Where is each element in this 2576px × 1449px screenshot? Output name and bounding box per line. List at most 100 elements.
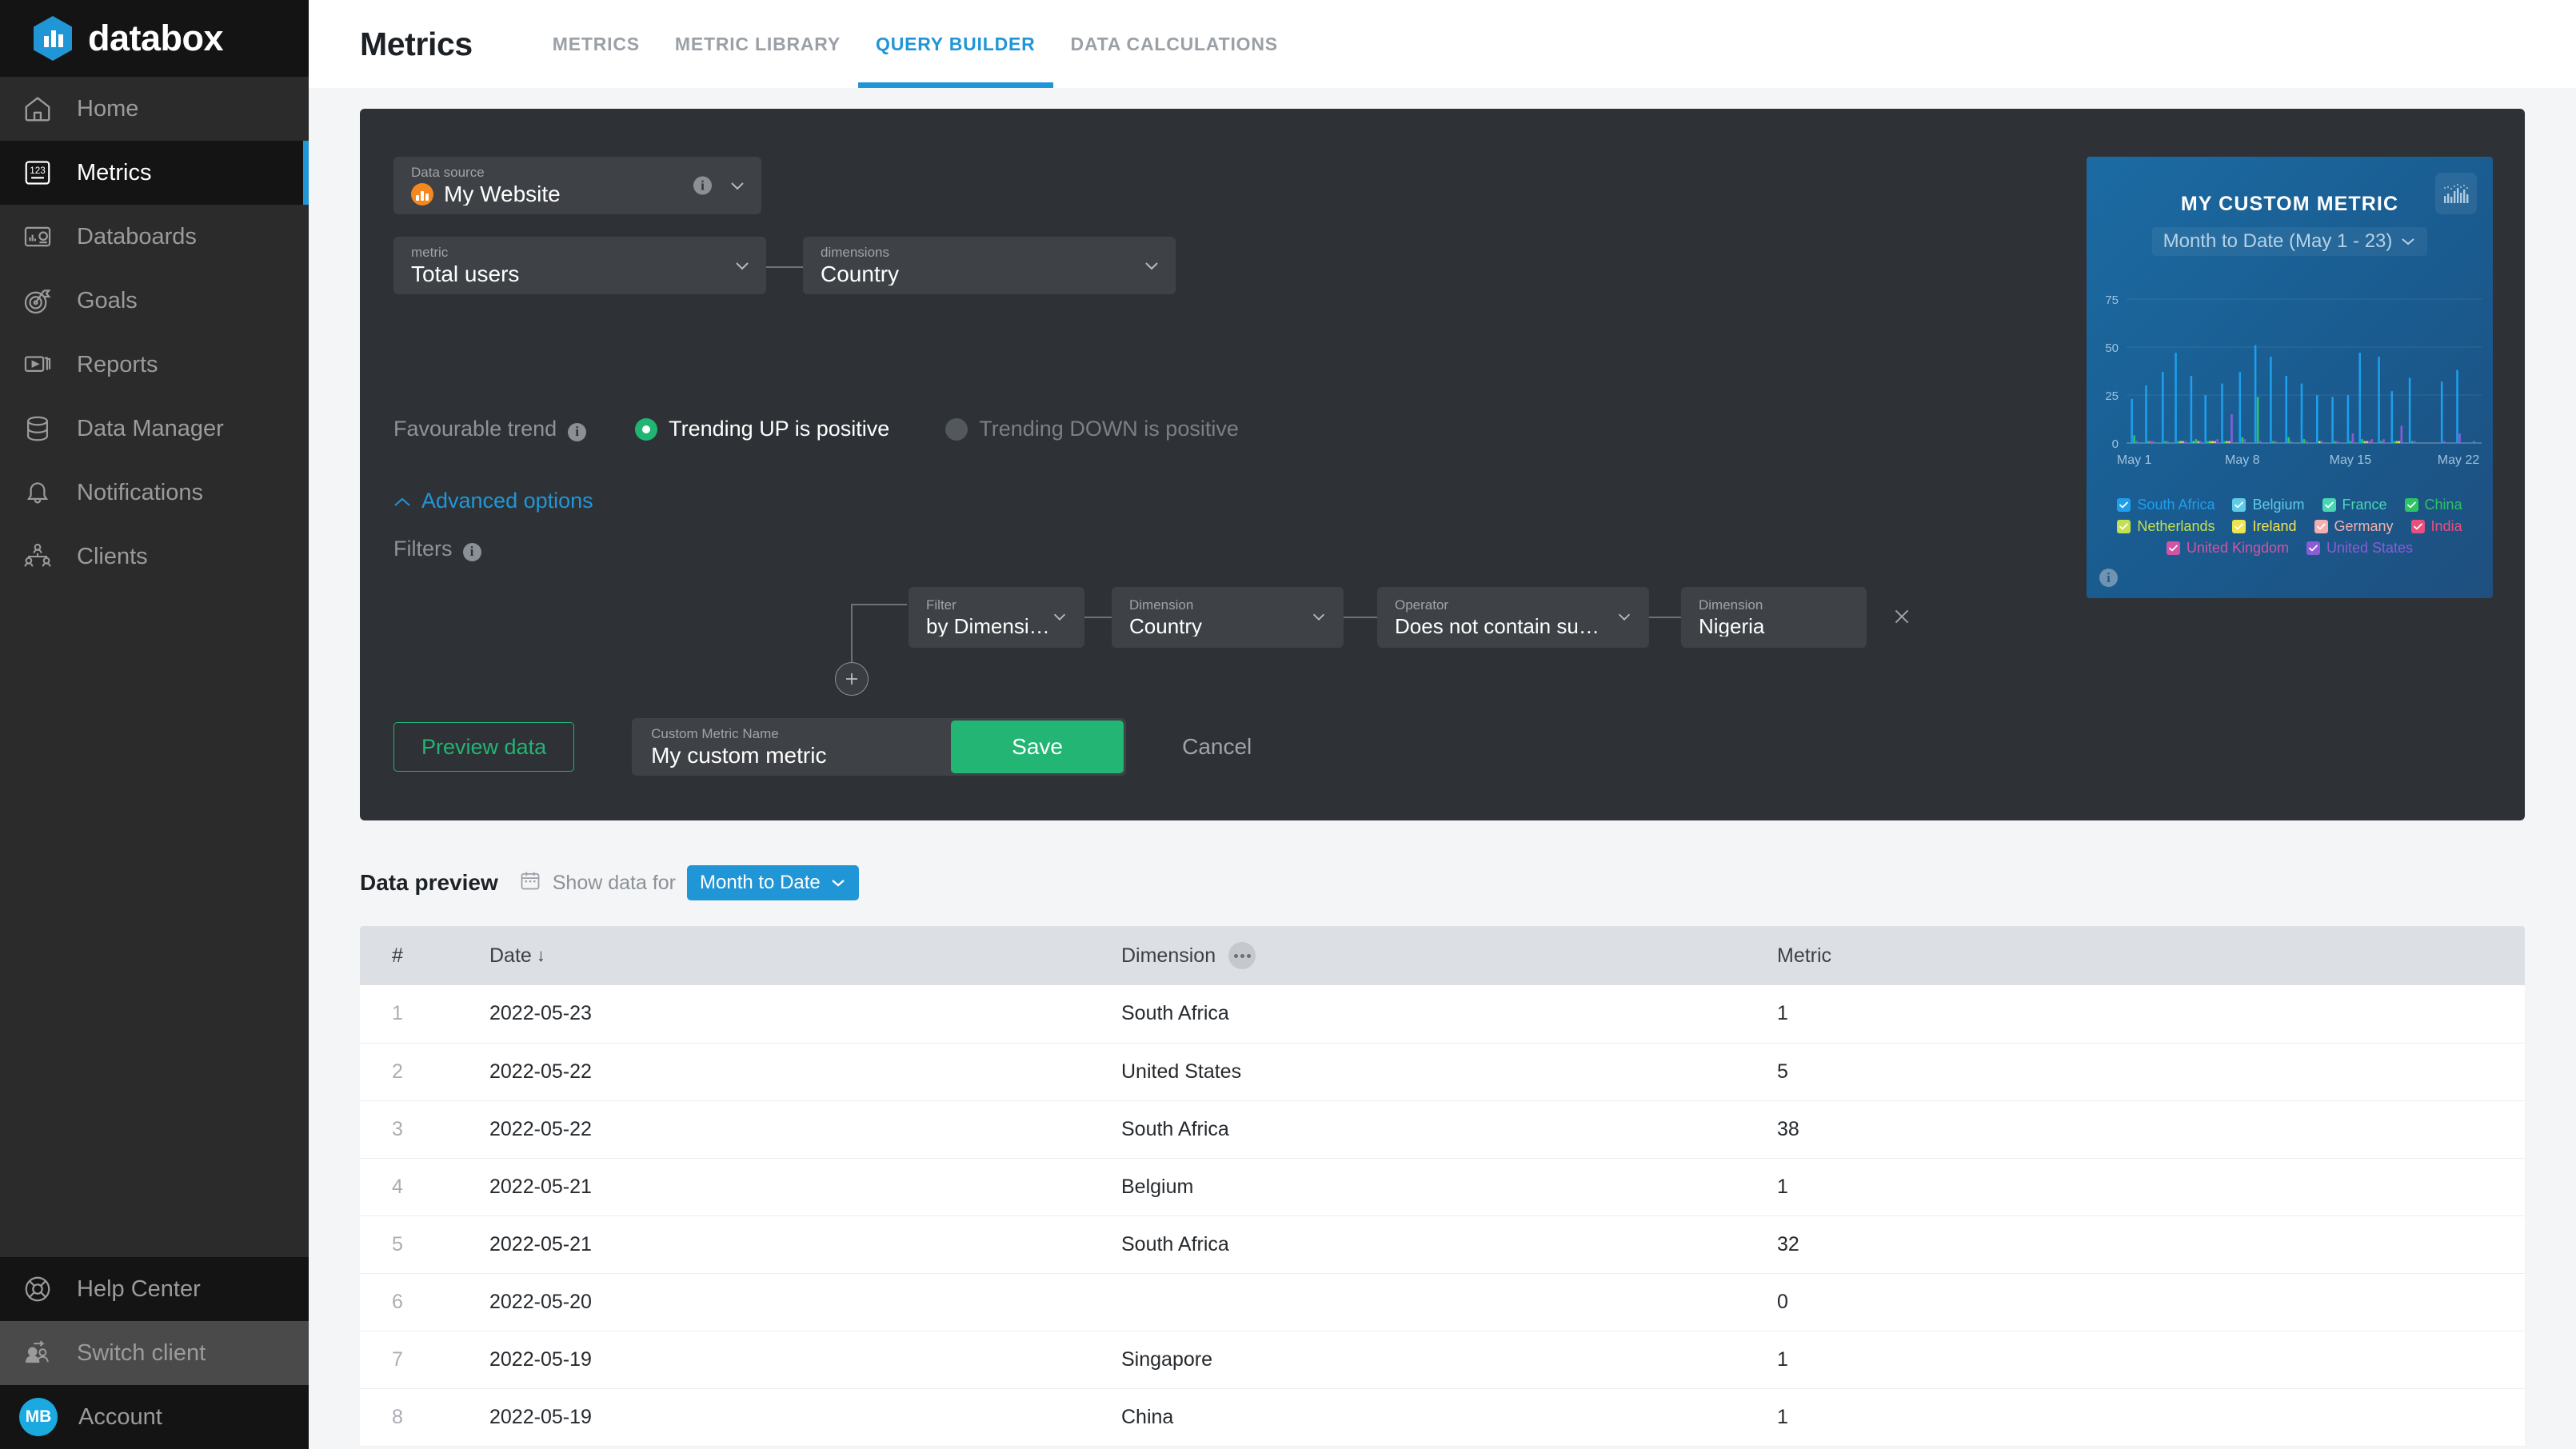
- app-root: databox Home 123 Metrics Databoards Goal…: [0, 0, 2576, 1449]
- filter-type-select[interactable]: Filter by Dimensio...: [909, 587, 1084, 648]
- svg-text:123: 123: [30, 166, 46, 176]
- tab-metrics[interactable]: METRICS: [535, 0, 657, 88]
- table-row[interactable]: 5 2022-05-21 South Africa 32: [360, 1215, 2525, 1274]
- sidebar-item-account[interactable]: MB Account: [0, 1385, 309, 1449]
- sidebar-item-clients[interactable]: Clients: [0, 525, 309, 589]
- radio-trending-up[interactable]: Trending UP is positive: [635, 417, 889, 441]
- legend-item[interactable]: France: [2322, 497, 2387, 513]
- row-metric: 1: [1777, 1331, 2525, 1389]
- filter-value-input[interactable]: Dimension Nigeria: [1681, 587, 1867, 648]
- table-header-row: # Date ↓ Dimension Metric: [360, 926, 2525, 985]
- table-row[interactable]: 7 2022-05-19 Singapore 1: [360, 1331, 2525, 1389]
- favourable-trend-info-icon[interactable]: i: [568, 417, 587, 441]
- legend-checkbox-icon[interactable]: [2404, 498, 2418, 512]
- row-dimension: South Africa: [1121, 985, 1777, 1044]
- sidebar-item-data-manager[interactable]: Data Manager: [0, 397, 309, 461]
- legend-checkbox-icon[interactable]: [2232, 498, 2247, 512]
- tab-data-calculations[interactable]: DATA CALCULATIONS: [1053, 0, 1296, 88]
- tab-metric-library[interactable]: METRIC LIBRARY: [657, 0, 858, 88]
- chart-bar: [2363, 441, 2366, 443]
- radio-trending-down[interactable]: Trending DOWN is positive: [945, 417, 1239, 441]
- chevron-down-icon[interactable]: [1615, 608, 1635, 627]
- legend-item[interactable]: United States: [2306, 540, 2413, 557]
- filters-info-icon[interactable]: i: [462, 537, 481, 561]
- column-header-index[interactable]: #: [360, 926, 489, 985]
- legend-checkbox-icon[interactable]: [2232, 520, 2247, 533]
- tab-query-builder[interactable]: QUERY BUILDER: [858, 0, 1053, 88]
- chart-bar: [2380, 441, 2382, 443]
- sidebar-item-reports[interactable]: Reports: [0, 333, 309, 397]
- sidebar-item-metrics[interactable]: 123 Metrics: [0, 141, 309, 205]
- chart-bar: [2254, 345, 2257, 443]
- column-header-metric[interactable]: Metric: [1777, 926, 2525, 985]
- chart-type-icon[interactable]: [2435, 173, 2477, 214]
- legend-item[interactable]: Germany: [2314, 518, 2394, 535]
- chart-bar: [2150, 441, 2152, 443]
- legend-checkbox-icon[interactable]: [2322, 498, 2336, 512]
- filter-operator-select[interactable]: Operator Does not contain substr...: [1377, 587, 1649, 648]
- chevron-down-icon[interactable]: [733, 256, 752, 275]
- brand-logo[interactable]: databox: [0, 0, 309, 77]
- row-metric: 32: [1777, 1215, 2525, 1274]
- sidebar-item-switch-client[interactable]: Switch client: [0, 1321, 309, 1385]
- dimension-options-icon[interactable]: [1228, 942, 1256, 969]
- legend-item[interactable]: China: [2404, 497, 2462, 513]
- data-source-value: My Website: [444, 183, 561, 206]
- add-filter-button[interactable]: [835, 662, 869, 696]
- table-row[interactable]: 3 2022-05-22 South Africa 38: [360, 1100, 2525, 1159]
- legend-checkbox-icon[interactable]: [2314, 520, 2328, 533]
- chart-bar: [2334, 441, 2336, 443]
- metric-select[interactable]: metric Total users: [393, 237, 766, 294]
- dimensions-label: dimensions: [821, 245, 889, 260]
- legend-checkbox-icon[interactable]: [2117, 520, 2131, 533]
- date-range-dropdown[interactable]: Month to Date: [687, 865, 859, 900]
- legend-item[interactable]: United Kingdom: [2166, 540, 2289, 557]
- legend-item[interactable]: India: [2410, 518, 2462, 535]
- remove-filter-button[interactable]: [1886, 602, 1918, 634]
- custom-metric-name-field[interactable]: Custom Metric Name My custom metric Save: [632, 718, 1127, 776]
- chart-bar: [2190, 376, 2193, 443]
- query-builder-panel: Data source My Website i metric Total us…: [360, 109, 2525, 820]
- table-row[interactable]: 2 2022-05-22 United States 5: [360, 1043, 2525, 1101]
- filter-type-label: Filter: [926, 597, 957, 613]
- preview-data-button[interactable]: Preview data: [393, 722, 575, 772]
- sidebar-item-goals[interactable]: Goals: [0, 269, 309, 333]
- legend-item[interactable]: Belgium: [2232, 497, 2305, 513]
- tile-title: MY CUSTOM METRIC: [2180, 193, 2399, 215]
- column-header-date[interactable]: Date ↓: [489, 926, 1121, 985]
- sidebar-item-home[interactable]: Home: [0, 77, 309, 141]
- filter-dimension-select[interactable]: Dimension Country: [1112, 587, 1344, 648]
- legend-item[interactable]: Ireland: [2232, 518, 2297, 535]
- tile-info-icon[interactable]: i: [2099, 569, 2118, 587]
- legend-item[interactable]: South Africa: [2117, 497, 2215, 513]
- advanced-options-toggle[interactable]: Advanced options: [393, 489, 593, 513]
- chevron-down-icon[interactable]: [728, 176, 747, 195]
- row-dimension: China: [1121, 1388, 1777, 1447]
- legend-checkbox-icon[interactable]: [2117, 498, 2131, 512]
- table-row[interactable]: 6 2022-05-20 0: [360, 1273, 2525, 1331]
- data-source-info-icon[interactable]: i: [693, 176, 712, 195]
- table-row[interactable]: 4 2022-05-21 Belgium 1: [360, 1158, 2525, 1216]
- table-row[interactable]: 1 2022-05-23 South Africa 1: [360, 985, 2525, 1044]
- tile-date-range-selector[interactable]: Month to Date (May 1 - 23): [2087, 227, 2493, 256]
- chevron-down-icon: [2400, 230, 2416, 253]
- chevron-down-icon[interactable]: [1051, 608, 1070, 627]
- save-button[interactable]: Save: [951, 721, 1124, 773]
- chart-bar: [2192, 441, 2195, 443]
- legend-item[interactable]: Netherlands: [2117, 518, 2215, 535]
- cancel-button[interactable]: Cancel: [1182, 734, 1252, 760]
- table-row[interactable]: 8 2022-05-19 China 1: [360, 1388, 2525, 1447]
- chevron-down-icon[interactable]: [1310, 608, 1329, 627]
- data-source-select[interactable]: Data source My Website i: [393, 157, 761, 214]
- chevron-down-icon[interactable]: [1142, 256, 1161, 275]
- legend-checkbox-icon[interactable]: [2410, 520, 2425, 533]
- sidebar-item-databoards[interactable]: Databoards: [0, 205, 309, 269]
- filter-type-value: by Dimensio...: [926, 616, 1058, 637]
- column-header-dimension[interactable]: Dimension: [1121, 926, 1777, 985]
- legend-checkbox-icon[interactable]: [2166, 541, 2180, 555]
- dimensions-select[interactable]: dimensions Country: [803, 237, 1176, 294]
- bell-icon: [19, 474, 56, 511]
- legend-checkbox-icon[interactable]: [2306, 541, 2320, 555]
- sidebar-item-notifications[interactable]: Notifications: [0, 461, 309, 525]
- sidebar-item-help-center[interactable]: Help Center: [0, 1257, 309, 1321]
